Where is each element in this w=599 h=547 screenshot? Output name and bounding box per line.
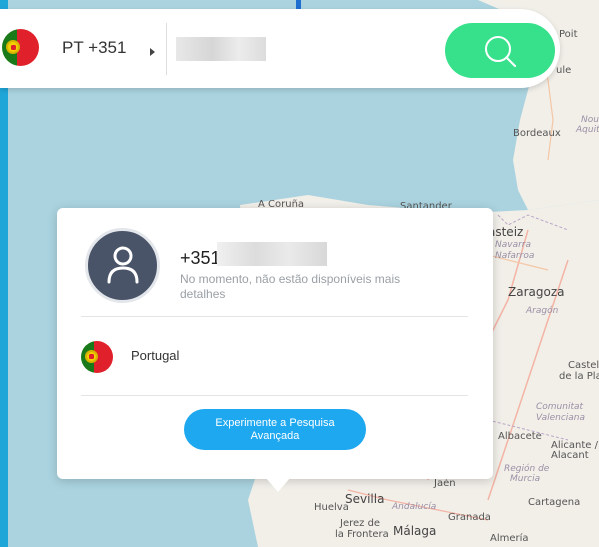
search-icon	[485, 36, 517, 68]
card-pointer-tail	[266, 478, 290, 492]
result-card: +351 No momento, não estão disponíveis m…	[57, 208, 493, 479]
card-divider	[81, 316, 468, 317]
map-label-nafarroa: Nafarroa	[495, 251, 535, 261]
portugal-flag-icon	[81, 341, 113, 373]
map-label-sevilla: Sevilla	[345, 492, 385, 506]
map-label-murcia: Murcia	[510, 474, 541, 484]
result-phone-number: +351	[180, 248, 221, 268]
map-label-region-de: Región de	[504, 464, 550, 474]
advanced-search-button[interactable]: Experimente a Pesquisa Avançada	[184, 409, 366, 450]
country-code-selector[interactable]: PT +351	[62, 38, 126, 58]
map-label-jaen: Jaén	[434, 478, 456, 489]
user-icon	[107, 246, 139, 284]
phone-search-bar: PT +351	[0, 9, 560, 88]
result-description: No momento, não estão disponíveis mais d…	[180, 272, 401, 301]
map-label-malaga: Málaga	[393, 524, 437, 538]
phone-number-input[interactable]	[176, 37, 266, 61]
map-label-valenciana: Valenciana	[536, 413, 586, 423]
portugal-flag-icon[interactable]	[2, 29, 39, 66]
map-label-alacant: Alacant	[551, 450, 589, 461]
dropdown-caret-icon[interactable]	[150, 48, 155, 56]
map-label-aragon: Aragón	[526, 306, 559, 316]
map-label-de-la-plana: de la Plan	[559, 371, 599, 382]
map-label-poit: Poit	[559, 29, 578, 40]
map-label-almeria: Almería	[490, 533, 529, 544]
map-label-andalucia: Andalucía	[392, 502, 437, 512]
result-country: Portugal	[131, 348, 180, 363]
masked-number-digits	[217, 242, 327, 266]
map-label-jerez: Jerez de	[340, 518, 381, 529]
search-divider	[166, 23, 167, 75]
map-label-castello: Castelló	[568, 360, 599, 371]
map-label-navarra: Navarra	[495, 240, 532, 250]
search-button[interactable]	[445, 23, 555, 78]
map-label-aquit: Aquit	[576, 125, 599, 135]
avatar	[85, 228, 160, 303]
map-label-albacete: Albacete	[498, 431, 542, 442]
map-label-ule: ule	[556, 65, 572, 76]
map-label-bordeaux: Bordeaux	[513, 128, 561, 139]
map-label-asteiz: asteiz	[488, 225, 524, 239]
card-divider	[81, 395, 468, 396]
map-label-granada: Granada	[448, 512, 491, 523]
map-label-zaragoza: Zaragoza	[508, 285, 565, 299]
map-label-huelva: Huelva	[314, 502, 349, 513]
map-label-nou: Nou	[581, 115, 599, 125]
map-label-comunitat: Comunitat	[536, 402, 584, 412]
map-label-cartagena: Cartagena	[528, 497, 581, 508]
map-label-la-frontera: la Frontera	[335, 529, 389, 540]
